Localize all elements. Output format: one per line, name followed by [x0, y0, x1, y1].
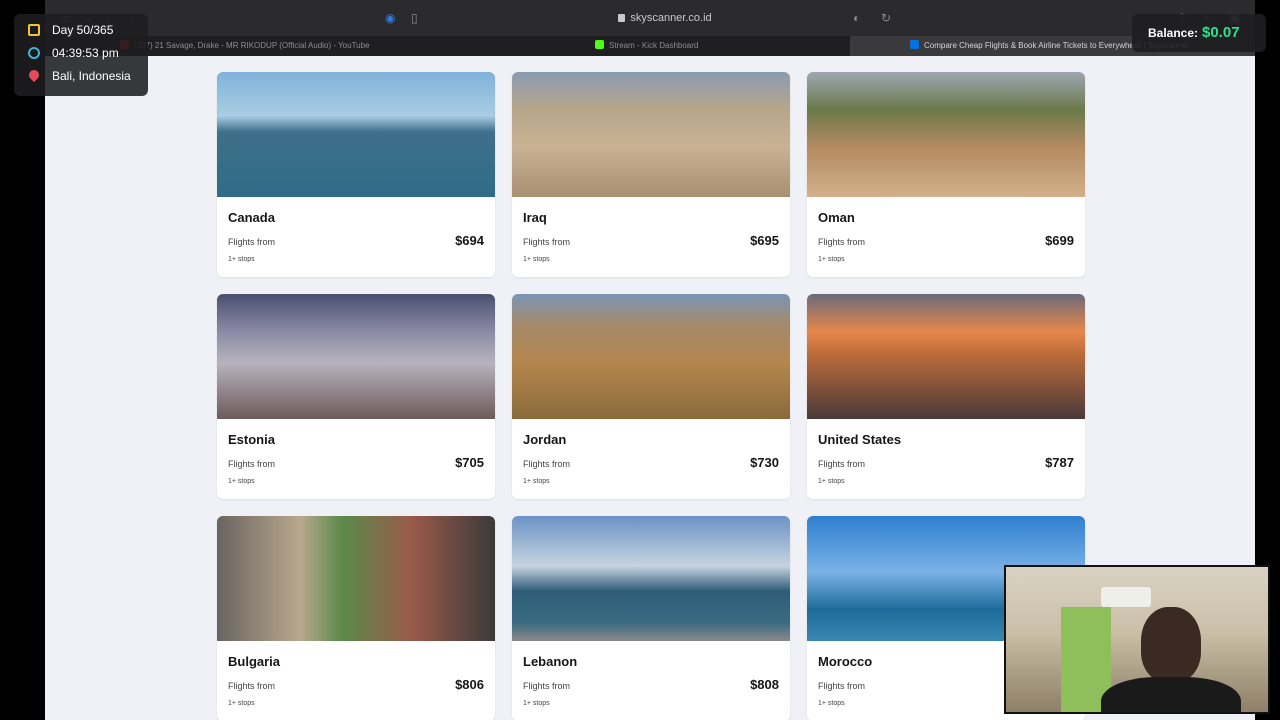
destination-name: Bulgaria — [228, 654, 281, 669]
destination-name: Canada — [228, 210, 275, 225]
stops-label: 1+ stops — [523, 478, 550, 485]
stops-label: 1+ stops — [228, 256, 255, 263]
browser-toolbar: ▭ ⌄ ‹ › ◉ ▯ skyscanner.co.id ◐ ↻ ⇪ + ▣ — [45, 0, 1255, 36]
flights-from-label: Flights from — [523, 459, 571, 469]
stream-info-overlay: Day 50/365 04:39:53 pm Bali, Indonesia — [14, 14, 148, 96]
flights-from-label: Flights from — [818, 681, 866, 691]
destination-image — [807, 294, 1085, 419]
url-text: skyscanner.co.id — [630, 12, 712, 24]
stops-label: 1+ stops — [818, 700, 845, 707]
flights-from-label: Flights from — [523, 681, 571, 691]
privacy-icon[interactable]: ◐ — [853, 11, 860, 25]
destination-grid: Canada Flights from $694 1+ stops Iraq F… — [217, 72, 1085, 720]
stops-label: 1+ stops — [523, 700, 550, 707]
destination-name: Iraq — [523, 210, 547, 225]
tab-bar: (387) 21 Savage, Drake - MR RIKODUP (Off… — [45, 36, 1255, 56]
page-icon[interactable]: ▯ — [411, 11, 418, 25]
destination-image — [217, 294, 495, 419]
destination-name: Estonia — [228, 432, 275, 447]
balance-overlay: Balance: $0.07 — [1132, 14, 1266, 52]
destination-image — [217, 516, 495, 641]
webcam-person — [1141, 607, 1201, 682]
webcam-person-body — [1101, 677, 1241, 712]
flights-from-label: Flights from — [818, 237, 866, 247]
tab-kick[interactable]: Stream - Kick Dashboard — [450, 36, 850, 56]
destination-card-iraq[interactable]: Iraq Flights from $695 1+ stops — [512, 72, 790, 277]
location: Bali, Indonesia — [26, 67, 148, 92]
local-time: 04:39:53 pm — [28, 46, 148, 69]
flights-from-label: Flights from — [228, 459, 276, 469]
destination-price: $694 — [455, 233, 484, 248]
extension-icon[interactable]: ◉ — [385, 11, 395, 25]
destination-card-bulgaria[interactable]: Bulgaria Flights from $806 1+ stops — [217, 516, 495, 720]
destination-card-estonia[interactable]: Estonia Flights from $705 1+ stops — [217, 294, 495, 499]
destination-name: Lebanon — [523, 654, 578, 669]
destination-image — [512, 72, 790, 197]
destination-image — [512, 294, 790, 419]
flights-from-label: Flights from — [228, 681, 276, 691]
address-bar[interactable]: skyscanner.co.id — [605, 10, 725, 26]
day-counter: Day 50/365 — [28, 23, 148, 46]
destination-card-jordan[interactable]: Jordan Flights from $730 1+ stops — [512, 294, 790, 499]
destination-image — [807, 72, 1085, 197]
webcam-overlay — [1004, 565, 1270, 714]
calendar-icon — [28, 24, 40, 36]
skyscanner-icon — [910, 40, 919, 49]
location-pin-icon — [26, 67, 42, 83]
kick-icon — [595, 40, 604, 49]
balance-label: Balance: — [1148, 26, 1199, 40]
flights-from-label: Flights from — [818, 459, 866, 469]
destination-name: Jordan — [523, 432, 567, 447]
air-conditioner — [1101, 587, 1151, 607]
destination-name: Morocco — [818, 654, 873, 669]
destination-price: $808 — [750, 677, 779, 692]
destination-name: Oman — [818, 210, 855, 225]
destination-price: $705 — [455, 455, 484, 470]
stops-label: 1+ stops — [818, 478, 845, 485]
destination-card-united-states[interactable]: United States Flights from $787 1+ stops — [807, 294, 1085, 499]
destination-card-oman[interactable]: Oman Flights from $699 1+ stops — [807, 72, 1085, 277]
stops-label: 1+ stops — [523, 256, 550, 263]
flights-from-label: Flights from — [523, 237, 571, 247]
destination-price: $695 — [750, 233, 779, 248]
tab-youtube[interactable]: (387) 21 Savage, Drake - MR RIKODUP (Off… — [120, 36, 450, 56]
destination-image — [512, 516, 790, 641]
stops-label: 1+ stops — [228, 700, 255, 707]
tab-label: (387) 21 Savage, Drake - MR RIKODUP (Off… — [134, 41, 370, 50]
clock-icon — [28, 47, 40, 59]
stops-label: 1+ stops — [818, 256, 845, 263]
tab-label: Stream - Kick Dashboard — [609, 41, 699, 50]
destination-price: $806 — [455, 677, 484, 692]
destination-image — [217, 72, 495, 197]
balance-value: $0.07 — [1202, 24, 1240, 41]
flights-from-label: Flights from — [228, 237, 276, 247]
destination-name: United States — [818, 432, 902, 447]
destination-price: $699 — [1045, 233, 1074, 248]
destination-card-lebanon[interactable]: Lebanon Flights from $808 1+ stops — [512, 516, 790, 720]
destination-card-canada[interactable]: Canada Flights from $694 1+ stops — [217, 72, 495, 277]
stops-label: 1+ stops — [228, 478, 255, 485]
reload-icon[interactable]: ↻ — [881, 11, 891, 25]
lock-icon — [618, 14, 626, 22]
destination-price: $787 — [1045, 455, 1074, 470]
destination-price: $730 — [750, 455, 779, 470]
